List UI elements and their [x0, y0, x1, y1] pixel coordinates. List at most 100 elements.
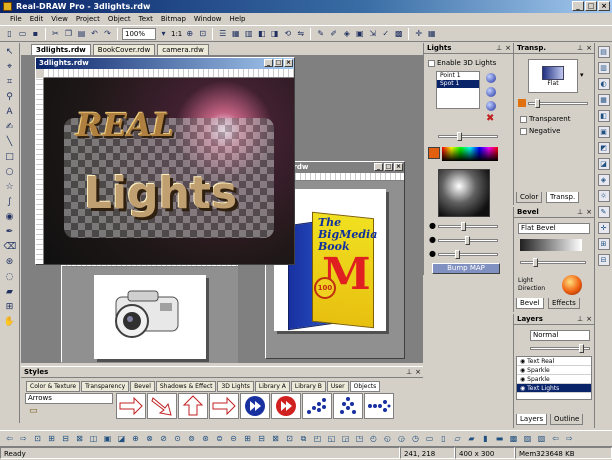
shape-icon[interactable]: ◷ [410, 433, 421, 444]
tab-layers[interactable]: Layers [516, 414, 548, 425]
panel-close-icon[interactable]: × [586, 43, 592, 54]
tab-outline[interactable]: Outline [550, 414, 584, 425]
tab-library-b[interactable]: Library B [290, 381, 326, 392]
tab-user[interactable]: User [326, 381, 349, 392]
style-arrow-right-outline[interactable] [209, 393, 239, 419]
style-arrow-right[interactable] [116, 393, 146, 419]
open-icon[interactable]: ▭ [17, 28, 28, 39]
tab-library-a[interactable]: Library A [254, 381, 290, 392]
back-icon[interactable]: ◨ [269, 28, 280, 39]
arrow-left-icon[interactable]: ⇦ [4, 433, 15, 444]
arrow-left-icon[interactable]: ⇦ [550, 433, 561, 444]
crop-tool-icon[interactable]: ⌗ [4, 77, 16, 88]
zoom-tool-icon[interactable]: ⚲ [4, 92, 16, 103]
tab-3dlights[interactable]: 3dlights.rdw [31, 44, 91, 55]
menu-file[interactable]: File [6, 13, 26, 25]
align-icon[interactable]: ☰ [217, 28, 228, 39]
enable-lights-checkbox[interactable] [428, 59, 435, 67]
light-slider-3[interactable] [438, 250, 498, 259]
panel-toggle-icon[interactable]: ◩ [597, 142, 610, 154]
shape-icon[interactable]: ◱ [326, 433, 337, 444]
panel-toggle-icon[interactable]: ◧ [597, 110, 610, 122]
pin-icon[interactable]: ⊥ [577, 314, 583, 325]
panel-close-icon[interactable]: × [505, 43, 511, 54]
transp-dropdown-icon[interactable]: ▾ [580, 71, 584, 79]
bump-map-button[interactable]: Bump MAP [432, 263, 500, 274]
plugin-icon[interactable]: ▩ [393, 28, 404, 39]
negative-row[interactable]: Negative [520, 127, 560, 136]
shape-icon[interactable]: ◶ [396, 433, 407, 444]
zoom-combo[interactable]: 100% [122, 27, 156, 40]
fill-icon[interactable]: ◈ [341, 28, 352, 39]
cover-close-button[interactable]: × [394, 163, 403, 171]
enable-lights-row[interactable]: Enable 3D Lights [428, 59, 496, 68]
panel-toggle-icon[interactable]: ◪ [597, 158, 610, 170]
shape-icon[interactable]: ◰ [312, 433, 323, 444]
layer-row[interactable]: ◉ Text Real [517, 357, 591, 366]
ratio-label[interactable]: 1:1 [171, 30, 182, 38]
bevel-slider[interactable] [520, 258, 586, 267]
node-tool-icon[interactable]: ⌖ [4, 62, 16, 73]
pin-icon[interactable]: ⊥ [577, 43, 583, 54]
style-arrow-diagonal[interactable] [147, 393, 177, 419]
folder-icon[interactable]: ▭ [29, 406, 38, 416]
shape-icon[interactable]: ◵ [382, 433, 393, 444]
style-dots-2[interactable] [333, 393, 363, 419]
light-ball-icon[interactable] [486, 101, 496, 111]
front-icon[interactable]: ◧ [256, 28, 267, 39]
cut-icon[interactable]: ✂ [50, 28, 61, 39]
export-icon[interactable]: ⇲ [367, 28, 378, 39]
menu-view[interactable]: View [47, 13, 72, 25]
panel-close-icon[interactable]: × [586, 207, 592, 218]
snap-icon[interactable]: ✛ [413, 28, 424, 39]
tab-bookcover[interactable]: BookCover.rdw [92, 44, 156, 55]
close-button[interactable]: × [598, 1, 610, 11]
transparent-row[interactable]: Transparent [520, 115, 570, 124]
group-icon[interactable]: ▦ [230, 28, 241, 39]
transform-tool-icon[interactable]: ⊞ [4, 302, 16, 313]
tab-bevel[interactable]: Bevel [130, 381, 155, 392]
shape-icon[interactable]: ⊞ [242, 433, 253, 444]
lights-close-button[interactable]: × [284, 59, 293, 67]
bevel-type-select[interactable]: Flat Bevel [518, 223, 590, 234]
copy-icon[interactable]: ❐ [63, 28, 74, 39]
pointer-tool-icon[interactable]: ↖ [4, 47, 16, 58]
menu-window[interactable]: Window [190, 13, 226, 25]
pin-icon[interactable]: ⊥ [577, 207, 583, 218]
zoom-in-icon[interactable]: ⊕ [184, 28, 195, 39]
panel-close-icon[interactable]: × [586, 314, 592, 325]
new-icon[interactable]: ▯ [4, 28, 15, 39]
lights-minimize-button[interactable]: _ [264, 59, 273, 67]
cover-maximize-button[interactable]: □ [384, 163, 393, 171]
tab-3d-lights[interactable]: 3D Lights [217, 381, 254, 392]
light-slider-2[interactable] [438, 236, 498, 245]
lights-titlebar[interactable]: 3dlights.rdw _ □ × [36, 58, 294, 69]
gradient-tool-icon[interactable]: ▰ [4, 287, 16, 298]
lights-document[interactable]: 3dlights.rdw _ □ × REAL Lights [35, 57, 295, 265]
shape-icon[interactable]: ⊕ [130, 433, 141, 444]
light-ball-icon[interactable] [486, 73, 496, 83]
tab-color-texture[interactable]: Color & Texture [26, 381, 81, 392]
shape-icon[interactable]: ▰ [466, 433, 477, 444]
shape-icon[interactable]: ▬ [494, 433, 505, 444]
shape-icon[interactable]: ⊝ [228, 433, 239, 444]
shape-icon[interactable]: ⊡ [284, 433, 295, 444]
shape-icon[interactable]: ⊠ [74, 433, 85, 444]
style-circle-arrow-red[interactable] [271, 393, 301, 419]
tab-transp[interactable]: Transp. [546, 192, 580, 203]
maximize-button[interactable]: □ [585, 1, 597, 11]
tab-transparency[interactable]: Transparency [81, 381, 130, 392]
zoom-fit-icon[interactable]: ⊡ [197, 28, 208, 39]
menu-bitmap[interactable]: Bitmap [157, 13, 190, 25]
ellipse-tool-icon[interactable]: ○ [4, 167, 16, 178]
shape-icon[interactable]: ▮ [480, 433, 491, 444]
menu-help[interactable]: Help [226, 13, 250, 25]
shape-icon[interactable]: ▩ [508, 433, 519, 444]
shape-icon[interactable]: ⊠ [270, 433, 281, 444]
shape-icon[interactable]: ▧ [536, 433, 547, 444]
tab-objects[interactable]: Objects [349, 381, 381, 392]
layer-row[interactable]: ◉ Sparkle [517, 375, 591, 384]
pen-tool-icon[interactable]: ✒ [4, 227, 16, 238]
tab-color[interactable]: Color [516, 192, 543, 203]
tab-camera[interactable]: camera.rdw [157, 44, 209, 55]
